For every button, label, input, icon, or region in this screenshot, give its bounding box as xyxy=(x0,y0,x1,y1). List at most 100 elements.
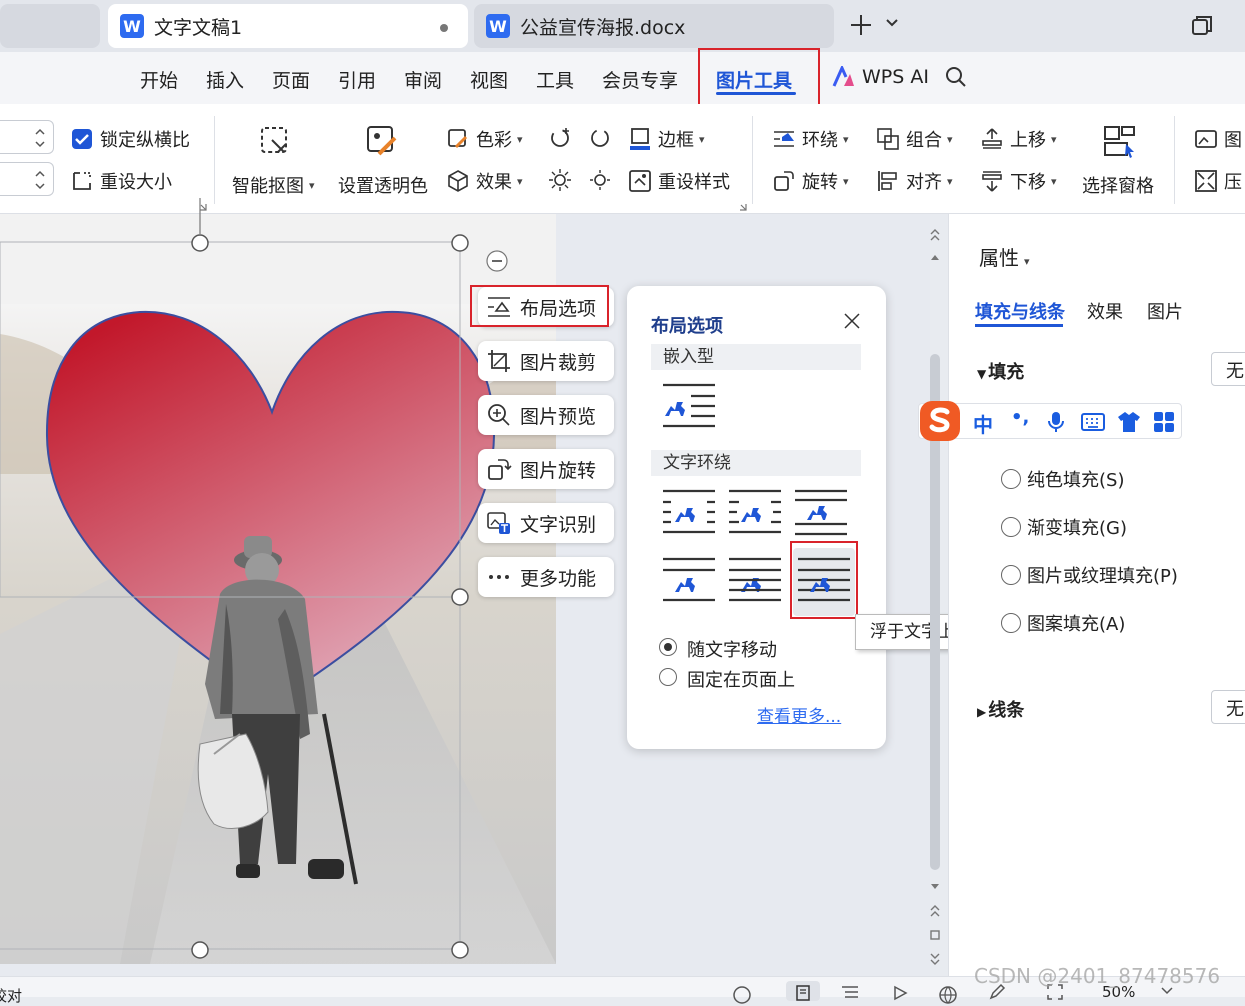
brightness-down-icon[interactable] xyxy=(588,168,612,192)
highlight-box xyxy=(698,48,820,110)
lock-ratio-label: 锁定纵横比 xyxy=(100,130,190,151)
more-functions-button[interactable]: 更多功能 xyxy=(478,557,614,597)
outline-view-icon[interactable] xyxy=(840,985,860,1001)
move-up-button[interactable]: 上移 ▾ xyxy=(980,126,1057,152)
wrap-inline-option[interactable] xyxy=(661,380,717,436)
restore-window-icon[interactable] xyxy=(1190,14,1214,38)
punctuation-mode-label[interactable]: •, xyxy=(1011,407,1029,428)
rotate-button[interactable]: 旋转 ▾ xyxy=(772,168,849,194)
wps-ai-icon xyxy=(832,66,856,88)
wrap-square-option[interactable] xyxy=(661,486,717,542)
compress-picture-button[interactable]: 压 xyxy=(1194,168,1242,194)
selection-handles[interactable] xyxy=(190,198,480,968)
focus-mode-icon[interactable] xyxy=(732,985,752,1005)
tab-picture[interactable]: 图片 xyxy=(1147,298,1183,324)
shirt-icon[interactable] xyxy=(1117,410,1141,434)
ribbon-separator xyxy=(752,116,753,204)
set-transparent-label: 设置透明色 xyxy=(338,176,428,197)
sogou-ime-icon[interactable] xyxy=(917,398,963,444)
menu-tools[interactable]: 工具 xyxy=(536,66,574,93)
tab-document-2[interactable]: W 公益宣传海报.docx xyxy=(474,4,834,48)
see-more-link[interactable]: 查看更多... xyxy=(757,702,841,727)
smart-cutout-button[interactable]: 智能抠图 ▾ xyxy=(232,118,320,208)
scroll-up-icon[interactable] xyxy=(928,252,942,262)
menu-insert[interactable]: 插入 xyxy=(206,66,244,93)
smart-cutout-icon xyxy=(261,127,287,153)
menu-reference[interactable]: 引用 xyxy=(338,66,376,93)
next-page-icon[interactable] xyxy=(928,952,942,966)
selection-pane-button[interactable]: 选择窗格 xyxy=(1082,118,1158,208)
bring-forward-icon xyxy=(982,128,1002,149)
grid-icon[interactable] xyxy=(1153,411,1175,433)
move-with-text-radio[interactable] xyxy=(659,638,677,656)
wrap-tight-option[interactable] xyxy=(727,486,783,542)
pattern-fill-radio[interactable] xyxy=(1001,613,1021,633)
tab-previous[interactable] xyxy=(0,4,100,48)
close-icon[interactable] xyxy=(843,312,861,330)
scroll-top-icon[interactable] xyxy=(928,228,942,242)
ocr-button[interactable]: 文字识别 xyxy=(478,503,614,543)
zoom-in-icon xyxy=(488,404,510,426)
chevron-down-icon[interactable] xyxy=(885,18,899,28)
wrap-top-bottom-option[interactable] xyxy=(793,486,849,542)
color-button[interactable]: 色彩 ▾ xyxy=(446,126,523,152)
solid-fill-radio[interactable] xyxy=(1001,469,1021,489)
line-select[interactable]: 无 xyxy=(1211,690,1245,724)
vertical-scrollbar[interactable] xyxy=(928,214,942,976)
wrap-through-option[interactable] xyxy=(661,554,717,610)
ribbon-separator xyxy=(1174,116,1175,204)
play-icon[interactable] xyxy=(892,985,908,1001)
lock-ratio-checkbox[interactable]: 锁定纵横比 xyxy=(70,126,190,152)
align-icon xyxy=(878,171,897,191)
fill-select[interactable]: 无 xyxy=(1211,352,1245,386)
contrast-icon[interactable] xyxy=(588,126,612,150)
wrap-behind-text-option[interactable] xyxy=(727,554,783,610)
set-transparent-button[interactable]: 设置透明色 xyxy=(338,118,428,208)
prev-page-icon[interactable] xyxy=(928,904,942,918)
height-stepper[interactable] xyxy=(0,120,54,154)
border-button[interactable]: 边框 ▾ xyxy=(628,126,705,152)
preview-picture-button[interactable]: 图片预览 xyxy=(478,395,614,435)
menu-home[interactable]: 开始 xyxy=(140,66,178,93)
brightness-up-icon[interactable] xyxy=(548,126,572,150)
effect-button[interactable]: 效果 ▾ xyxy=(446,168,523,194)
group-button[interactable]: 组合 ▾ xyxy=(876,126,953,152)
ime-toolbar[interactable]: 中 •, xyxy=(918,401,1182,441)
proofread-label[interactable]: 校对 xyxy=(0,985,22,1006)
web-view-icon[interactable] xyxy=(938,985,958,1005)
menu-wps-ai[interactable]: WPS AI xyxy=(862,66,929,88)
reset-style-button[interactable]: 重设样式 xyxy=(628,168,730,194)
panel-title[interactable]: 属性 ▾ xyxy=(979,242,1030,271)
tab-fill-and-line[interactable]: 填充与线条 xyxy=(975,298,1065,324)
reset-size-button[interactable]: 重设大小 xyxy=(70,168,172,194)
move-down-button[interactable]: 下移 ▾ xyxy=(980,168,1057,194)
scroll-down-icon[interactable] xyxy=(928,882,942,892)
page-view-button[interactable] xyxy=(786,981,820,1001)
input-mode-label[interactable]: 中 xyxy=(973,409,993,438)
gradient-fill-radio[interactable] xyxy=(1001,517,1021,537)
microphone-icon[interactable] xyxy=(1045,410,1067,434)
change-picture-button[interactable]: 图 xyxy=(1194,126,1242,152)
picture-texture-fill-radio[interactable] xyxy=(1001,565,1021,585)
crop-picture-button[interactable]: 图片裁剪 xyxy=(478,341,614,381)
dialog-launcher-icon[interactable] xyxy=(738,202,748,212)
tab-effect[interactable]: 效果 xyxy=(1087,298,1123,324)
search-icon[interactable] xyxy=(944,65,968,89)
width-stepper[interactable] xyxy=(0,162,54,196)
menu-review[interactable]: 审阅 xyxy=(404,66,442,93)
fill-section-header[interactable]: ▼ 填充 xyxy=(977,358,1024,384)
rotate-picture-button[interactable]: 图片旋转 xyxy=(478,449,614,489)
menu-member[interactable]: 会员专享 xyxy=(602,66,678,93)
line-section-header[interactable]: ▶ 线条 xyxy=(977,696,1024,722)
align-button[interactable]: 对齐 ▾ xyxy=(876,168,953,194)
collapse-toolbar-button[interactable] xyxy=(486,250,508,272)
select-browse-object-icon[interactable] xyxy=(928,928,942,942)
keyboard-icon[interactable] xyxy=(1081,412,1105,432)
tab-document-1[interactable]: W 文字文稿1 xyxy=(108,4,468,48)
plus-icon[interactable] xyxy=(848,12,874,38)
fix-on-page-radio[interactable] xyxy=(659,668,677,686)
brightness-icon[interactable] xyxy=(548,168,572,192)
menu-view[interactable]: 视图 xyxy=(470,66,508,93)
menu-page[interactable]: 页面 xyxy=(272,66,310,93)
wrap-button[interactable]: 环绕 ▾ xyxy=(772,126,849,152)
